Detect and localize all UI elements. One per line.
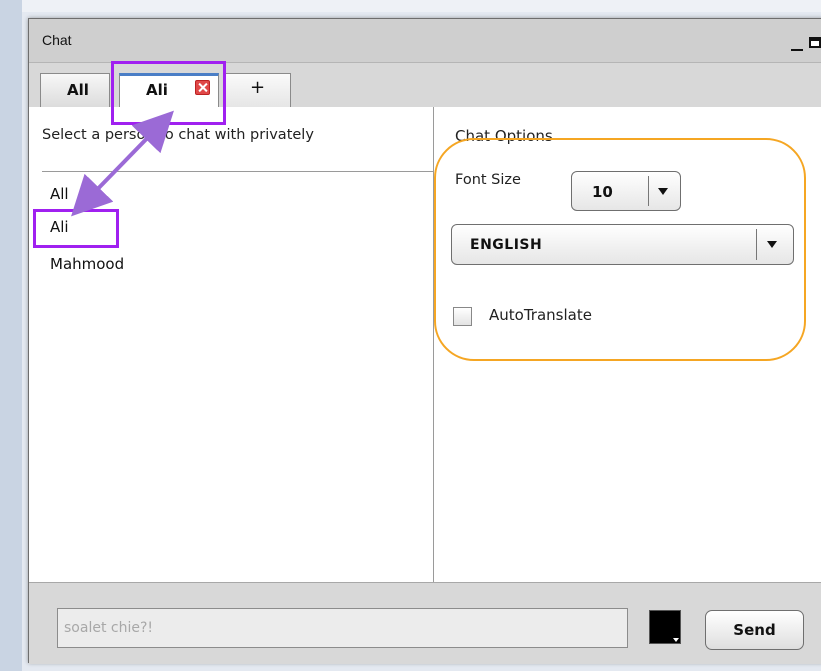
text-color-picker[interactable] — [649, 610, 681, 644]
message-bar: Send — [29, 582, 821, 664]
person-list-header: Select a person to chat with privately — [42, 127, 314, 143]
background-left — [0, 0, 22, 671]
background-band — [0, 0, 821, 12]
window-title: Chat — [42, 32, 72, 48]
person-highlight — [33, 209, 119, 248]
add-tab-button[interactable]: + — [223, 73, 291, 107]
message-input[interactable] — [57, 608, 628, 648]
person-item-all[interactable]: All — [42, 179, 422, 208]
person-item-mahmood[interactable]: Mahmood — [42, 245, 422, 282]
maximize-icon[interactable] — [809, 37, 821, 48]
chat-options-highlight — [434, 138, 806, 361]
chat-content: Select a person to chat with privately A… — [29, 107, 821, 582]
chevron-down-icon — [673, 638, 679, 642]
send-button[interactable]: Send — [705, 610, 804, 650]
chat-window: Chat All Ali + Select a person to chat w… — [28, 18, 821, 664]
tab-all[interactable]: All — [40, 73, 110, 107]
add-tab-label: + — [250, 77, 266, 98]
header-divider — [42, 171, 433, 172]
minimize-icon[interactable] — [791, 49, 803, 51]
tab-all-label: All — [67, 81, 89, 99]
tab-highlight — [111, 61, 226, 125]
title-bar[interactable]: Chat — [29, 19, 821, 63]
